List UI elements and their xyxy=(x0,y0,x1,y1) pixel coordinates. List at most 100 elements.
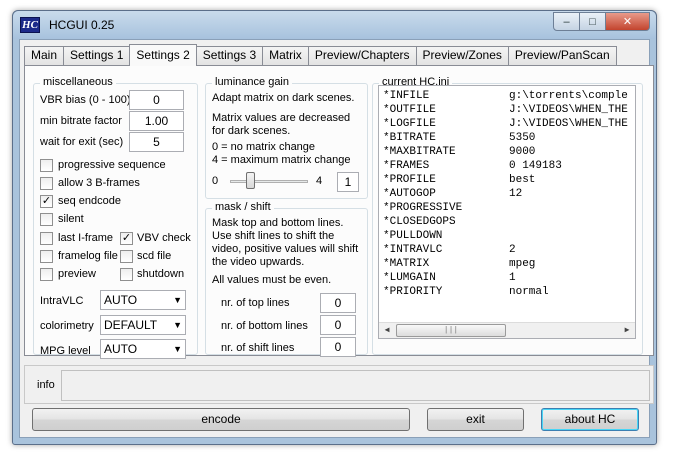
vbr-bias-input[interactable]: 0 xyxy=(129,90,184,110)
ini-key: *PRIORITY xyxy=(383,286,443,298)
encode-button[interactable]: encode xyxy=(32,408,410,431)
ini-key: *LOGFILE xyxy=(383,118,436,130)
close-button[interactable]: ✕ xyxy=(606,12,650,31)
mask-shift-desc-2: All values must be even. xyxy=(212,274,332,286)
ini-key: *MATRIX xyxy=(383,258,430,270)
ini-key: *AUTOGOP xyxy=(383,188,436,200)
chevron-down-icon: ▼ xyxy=(173,295,182,305)
ini-value: 9000 xyxy=(509,146,536,158)
framelog-file-label: framelog file xyxy=(58,250,118,262)
ini-value: g:\torrents\comple xyxy=(509,90,628,102)
maximize-button[interactable]: □ xyxy=(580,12,606,31)
ini-text-area[interactable]: *INFILE g:\torrents\comple *OUTFILE J:\VIDE… xyxy=(378,85,636,339)
ini-value: 2 xyxy=(509,244,516,256)
window-controls: – □ ✕ xyxy=(553,12,650,31)
settings-2-panel: miscellaneous VBR bias (0 - 100) 0 min b… xyxy=(24,65,654,359)
title-bar[interactable]: HC HCGUI 0.25 – □ ✕ xyxy=(13,11,656,39)
close-icon: ✕ xyxy=(622,16,633,28)
progressive-sequence-checkbox[interactable] xyxy=(40,159,53,172)
progressive-sequence-label: progressive sequence xyxy=(58,159,166,171)
mask-shift-group: mask / shift Mask top and bottom lines. … xyxy=(205,201,368,357)
tab-matrix[interactable]: Matrix xyxy=(262,46,309,65)
ini-key: *INFILE xyxy=(383,90,430,102)
vbv-check-label: VBV check xyxy=(137,232,191,244)
scrollbar-thumb[interactable]: ||| xyxy=(396,324,506,337)
exit-button[interactable]: exit xyxy=(427,408,524,431)
maximize-icon: □ xyxy=(589,15,596,28)
seq-endcode-checkbox[interactable]: ✓ xyxy=(40,195,53,208)
scroll-left-icon[interactable]: ◀ xyxy=(379,323,395,338)
ini-key: *BITRATE xyxy=(383,132,436,144)
app-icon: HC xyxy=(20,17,40,33)
ini-key: *LUMGAIN xyxy=(383,272,436,284)
ini-value: 5350 xyxy=(509,132,536,144)
preview-label: preview xyxy=(58,268,96,280)
tab-preview-chapters[interactable]: Preview/Chapters xyxy=(307,46,417,65)
ini-value: 0 149183 xyxy=(509,160,562,172)
check-icon: ✓ xyxy=(121,232,132,244)
info-label: info xyxy=(37,379,55,391)
tab-settings-3[interactable]: Settings 3 xyxy=(195,46,264,65)
luminance-desc-3: 0 = no matrix change xyxy=(212,141,316,153)
scd-file-checkbox[interactable] xyxy=(120,250,133,263)
minimize-icon: – xyxy=(563,15,570,28)
luminance-desc-2: Matrix values are decreased for dark sce… xyxy=(212,112,351,137)
ini-key: *PULLDOWN xyxy=(383,230,443,242)
top-lines-label: nr. of top lines xyxy=(221,297,290,309)
ini-key: *FRAMES xyxy=(383,160,430,172)
intravlc-label: IntraVLC xyxy=(40,295,84,307)
wait-for-exit-input[interactable]: 5 xyxy=(129,132,184,152)
minimize-button[interactable]: – xyxy=(553,12,580,31)
about-button[interactable]: about HC xyxy=(541,408,639,431)
tab-preview-zones[interactable]: Preview/Zones xyxy=(415,46,509,65)
last-iframe-checkbox[interactable] xyxy=(40,232,53,245)
intravlc-select[interactable]: AUTO ▼ xyxy=(100,290,186,310)
mpg-level-select[interactable]: AUTO ▼ xyxy=(100,339,186,359)
ini-value: 12 xyxy=(509,188,523,200)
slider-max-label: 4 xyxy=(316,175,323,187)
ini-key: *PROGRESSIVE xyxy=(383,202,463,214)
tab-preview-panscan[interactable]: Preview/PanScan xyxy=(507,46,617,65)
slider-min-label: 0 xyxy=(212,175,219,187)
scroll-right-icon[interactable]: ▶ xyxy=(619,323,635,338)
colorimetry-label: colorimetry xyxy=(40,320,94,332)
vbv-check-checkbox[interactable]: ✓ xyxy=(120,232,133,245)
luminance-slider-track[interactable] xyxy=(230,180,308,183)
shutdown-checkbox[interactable] xyxy=(120,268,133,281)
bottom-lines-input[interactable]: 0 xyxy=(320,315,356,335)
luminance-desc-1: Adapt matrix on dark scenes. xyxy=(212,92,355,104)
wait-for-exit-label: wait for exit (sec) xyxy=(40,136,124,148)
check-icon: ✓ xyxy=(41,195,52,207)
top-lines-input[interactable]: 0 xyxy=(320,293,356,313)
vbr-bias-label: VBR bias (0 - 100) xyxy=(40,94,131,106)
framelog-file-checkbox[interactable] xyxy=(40,250,53,263)
colorimetry-value: DEFAULT xyxy=(104,318,158,332)
luminance-value-box: 1 xyxy=(337,172,359,192)
ini-key: *INTRAVLC xyxy=(383,244,443,256)
luminance-slider-thumb[interactable] xyxy=(246,172,255,189)
ini-key: *MAXBITRATE xyxy=(383,146,456,158)
ini-value: mpeg xyxy=(509,258,536,270)
colorimetry-select[interactable]: DEFAULT ▼ xyxy=(100,315,186,335)
ini-value: 1 xyxy=(509,272,516,284)
silent-checkbox[interactable] xyxy=(40,213,53,226)
chevron-down-icon: ▼ xyxy=(173,320,182,330)
seq-endcode-label: seq endcode xyxy=(58,195,121,207)
mask-shift-desc-1: Mask top and bottom lines. Use shift lin… xyxy=(212,217,359,268)
mask-shift-title: mask / shift xyxy=(212,201,274,213)
silent-label: silent xyxy=(58,213,84,225)
ini-value: best xyxy=(509,174,536,186)
tab-settings-1[interactable]: Settings 1 xyxy=(63,46,131,65)
ini-value: J:\VIDEOS\WHEN_THE xyxy=(509,104,628,116)
allow-3-bframes-checkbox[interactable] xyxy=(40,177,53,190)
scd-file-label: scd file xyxy=(137,250,172,262)
bottom-lines-label: nr. of bottom lines xyxy=(221,320,308,332)
info-panel: info xyxy=(24,365,654,404)
shift-lines-input[interactable]: 0 xyxy=(320,337,356,357)
horizontal-scrollbar[interactable]: ◀ ||| ▶ xyxy=(379,322,635,338)
tab-settings-2[interactable]: Settings 2 xyxy=(129,44,197,66)
tab-main[interactable]: Main xyxy=(24,46,65,65)
min-bitrate-factor-input[interactable]: 1.00 xyxy=(129,111,184,131)
preview-checkbox[interactable] xyxy=(40,268,53,281)
window-title: HCGUI 0.25 xyxy=(49,18,115,32)
